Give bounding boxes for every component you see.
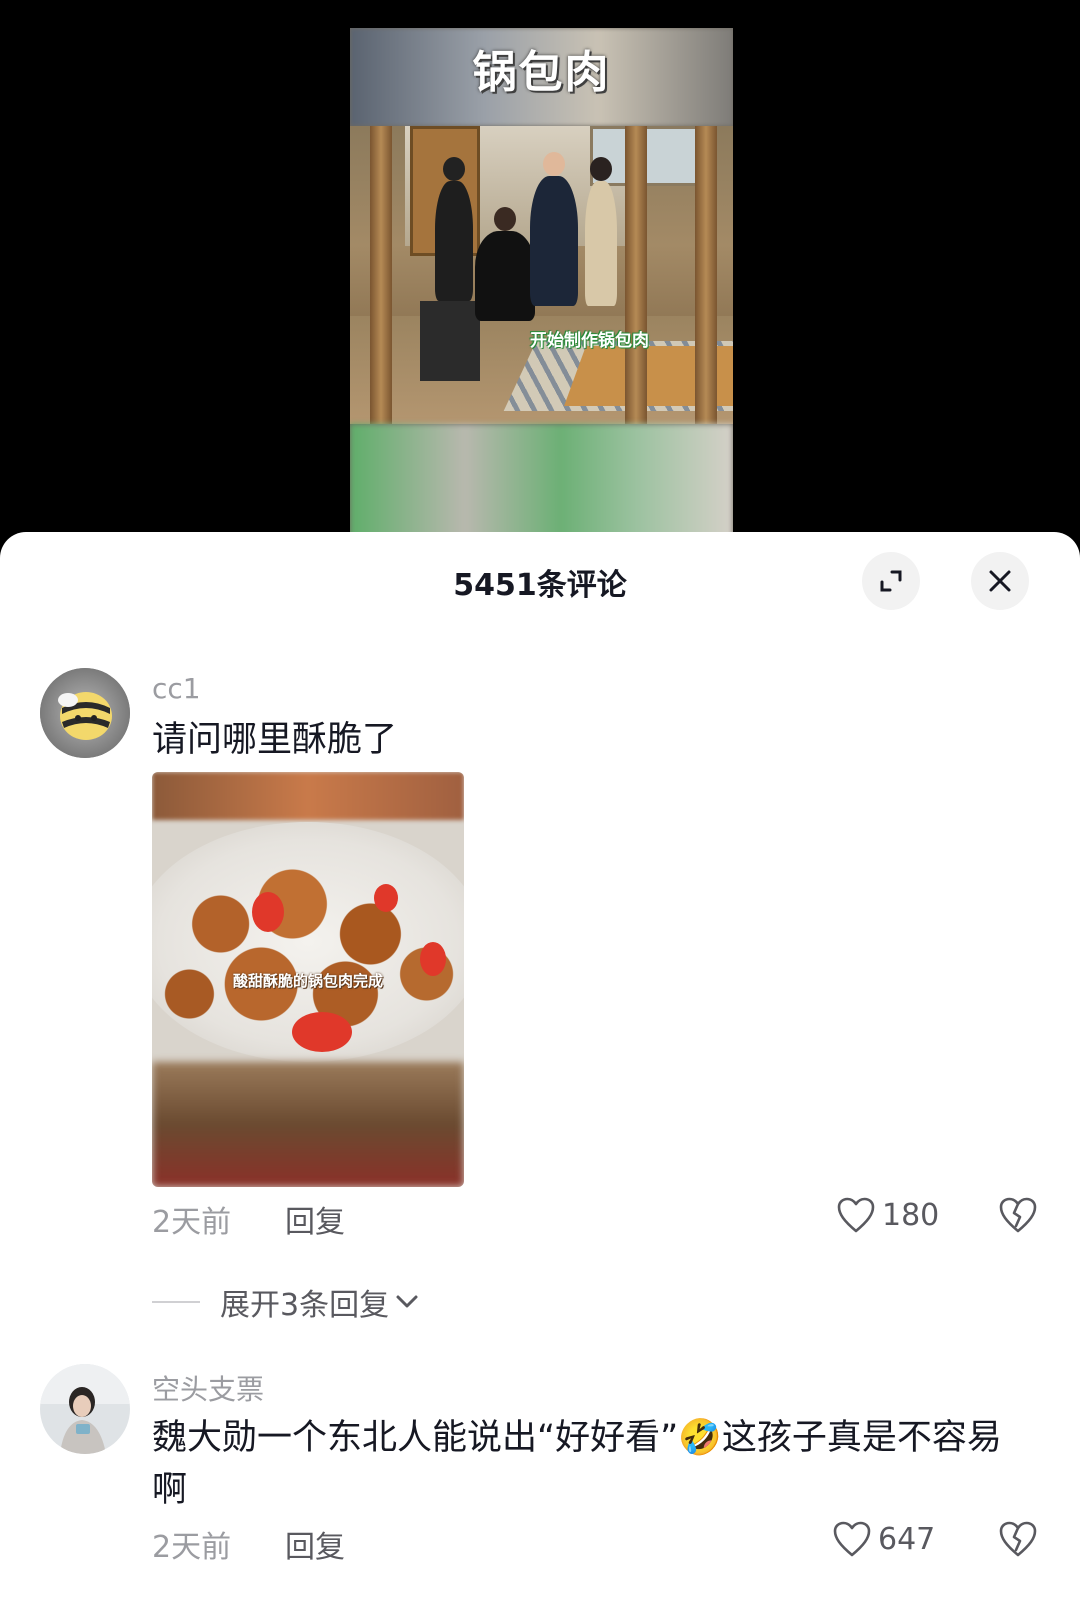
image-caption: 酸甜酥脆的锅包肉完成 (232, 972, 383, 990)
like-count: 180 (882, 1197, 940, 1233)
like-button[interactable]: 647 (832, 1520, 935, 1558)
like-count: 647 (878, 1521, 936, 1557)
video-scene: 开始制作锅包肉 (350, 126, 733, 424)
person (475, 207, 535, 321)
scene-pillar (625, 126, 647, 424)
scene-pillar (695, 126, 717, 424)
close-icon (989, 570, 1011, 592)
reply-button[interactable]: 回复 (285, 1197, 345, 1241)
username[interactable]: cc1 (152, 672, 201, 705)
expand-replies[interactable]: 展开3条回复 (152, 1280, 421, 1324)
avatar-image (40, 1364, 130, 1454)
comment-time: 2天前 (152, 1530, 232, 1565)
username[interactable]: 空头支票 (152, 1368, 264, 1408)
video-blur-bottom (350, 424, 733, 540)
heart-icon (833, 1521, 871, 1557)
avatar[interactable] (40, 1364, 130, 1454)
dislike-button[interactable] (998, 1196, 1038, 1238)
avatar-image (40, 668, 130, 758)
dislike-button[interactable] (998, 1520, 1038, 1562)
person (585, 157, 617, 306)
scene-stove (420, 301, 480, 381)
comment-image[interactable]: 酸甜酥脆的锅包肉完成 (152, 772, 464, 1187)
like-button[interactable]: 180 (836, 1196, 939, 1234)
expand-replies-label: 展开3条回复 (220, 1288, 390, 1323)
close-button[interactable] (971, 552, 1029, 610)
image-carrot (292, 1012, 352, 1052)
comment-text: 请问哪里酥脆了 (152, 720, 398, 760)
image-carrot (374, 884, 398, 912)
image-carrot (252, 892, 284, 932)
reply-button[interactable]: 回复 (285, 1522, 345, 1566)
avatar[interactable] (40, 668, 130, 758)
video-player[interactable]: 锅包肉 开始制作锅包肉 (0, 0, 1080, 560)
image-blur-bottom (152, 1062, 464, 1187)
person (530, 152, 578, 306)
video-title: 锅包肉 (472, 47, 611, 98)
image-blur-top (152, 772, 464, 820)
expand-divider (152, 1301, 200, 1303)
expand-button[interactable] (862, 552, 920, 610)
broken-heart-icon (999, 1197, 1037, 1233)
chevron-down-icon (396, 1295, 418, 1308)
comment-time: 2天前 (152, 1205, 232, 1240)
video-frame[interactable]: 锅包肉 开始制作锅包肉 (350, 28, 733, 540)
heart-icon (837, 1197, 875, 1233)
expand-icon (880, 570, 902, 592)
person (435, 157, 473, 301)
broken-heart-icon (999, 1521, 1037, 1557)
video-caption: 开始制作锅包肉 (530, 331, 649, 351)
comments-sheet: 5451条评论 cc1 请问哪里酥脆了 酸甜酥脆的锅包肉完成 2天前 回复 18… (0, 532, 1080, 1597)
scene-pillar (370, 126, 392, 424)
comment-text: 魏大勋一个东北人能说出“好好看”🤣这孩子真是不容易啊 (152, 1418, 1002, 1510)
